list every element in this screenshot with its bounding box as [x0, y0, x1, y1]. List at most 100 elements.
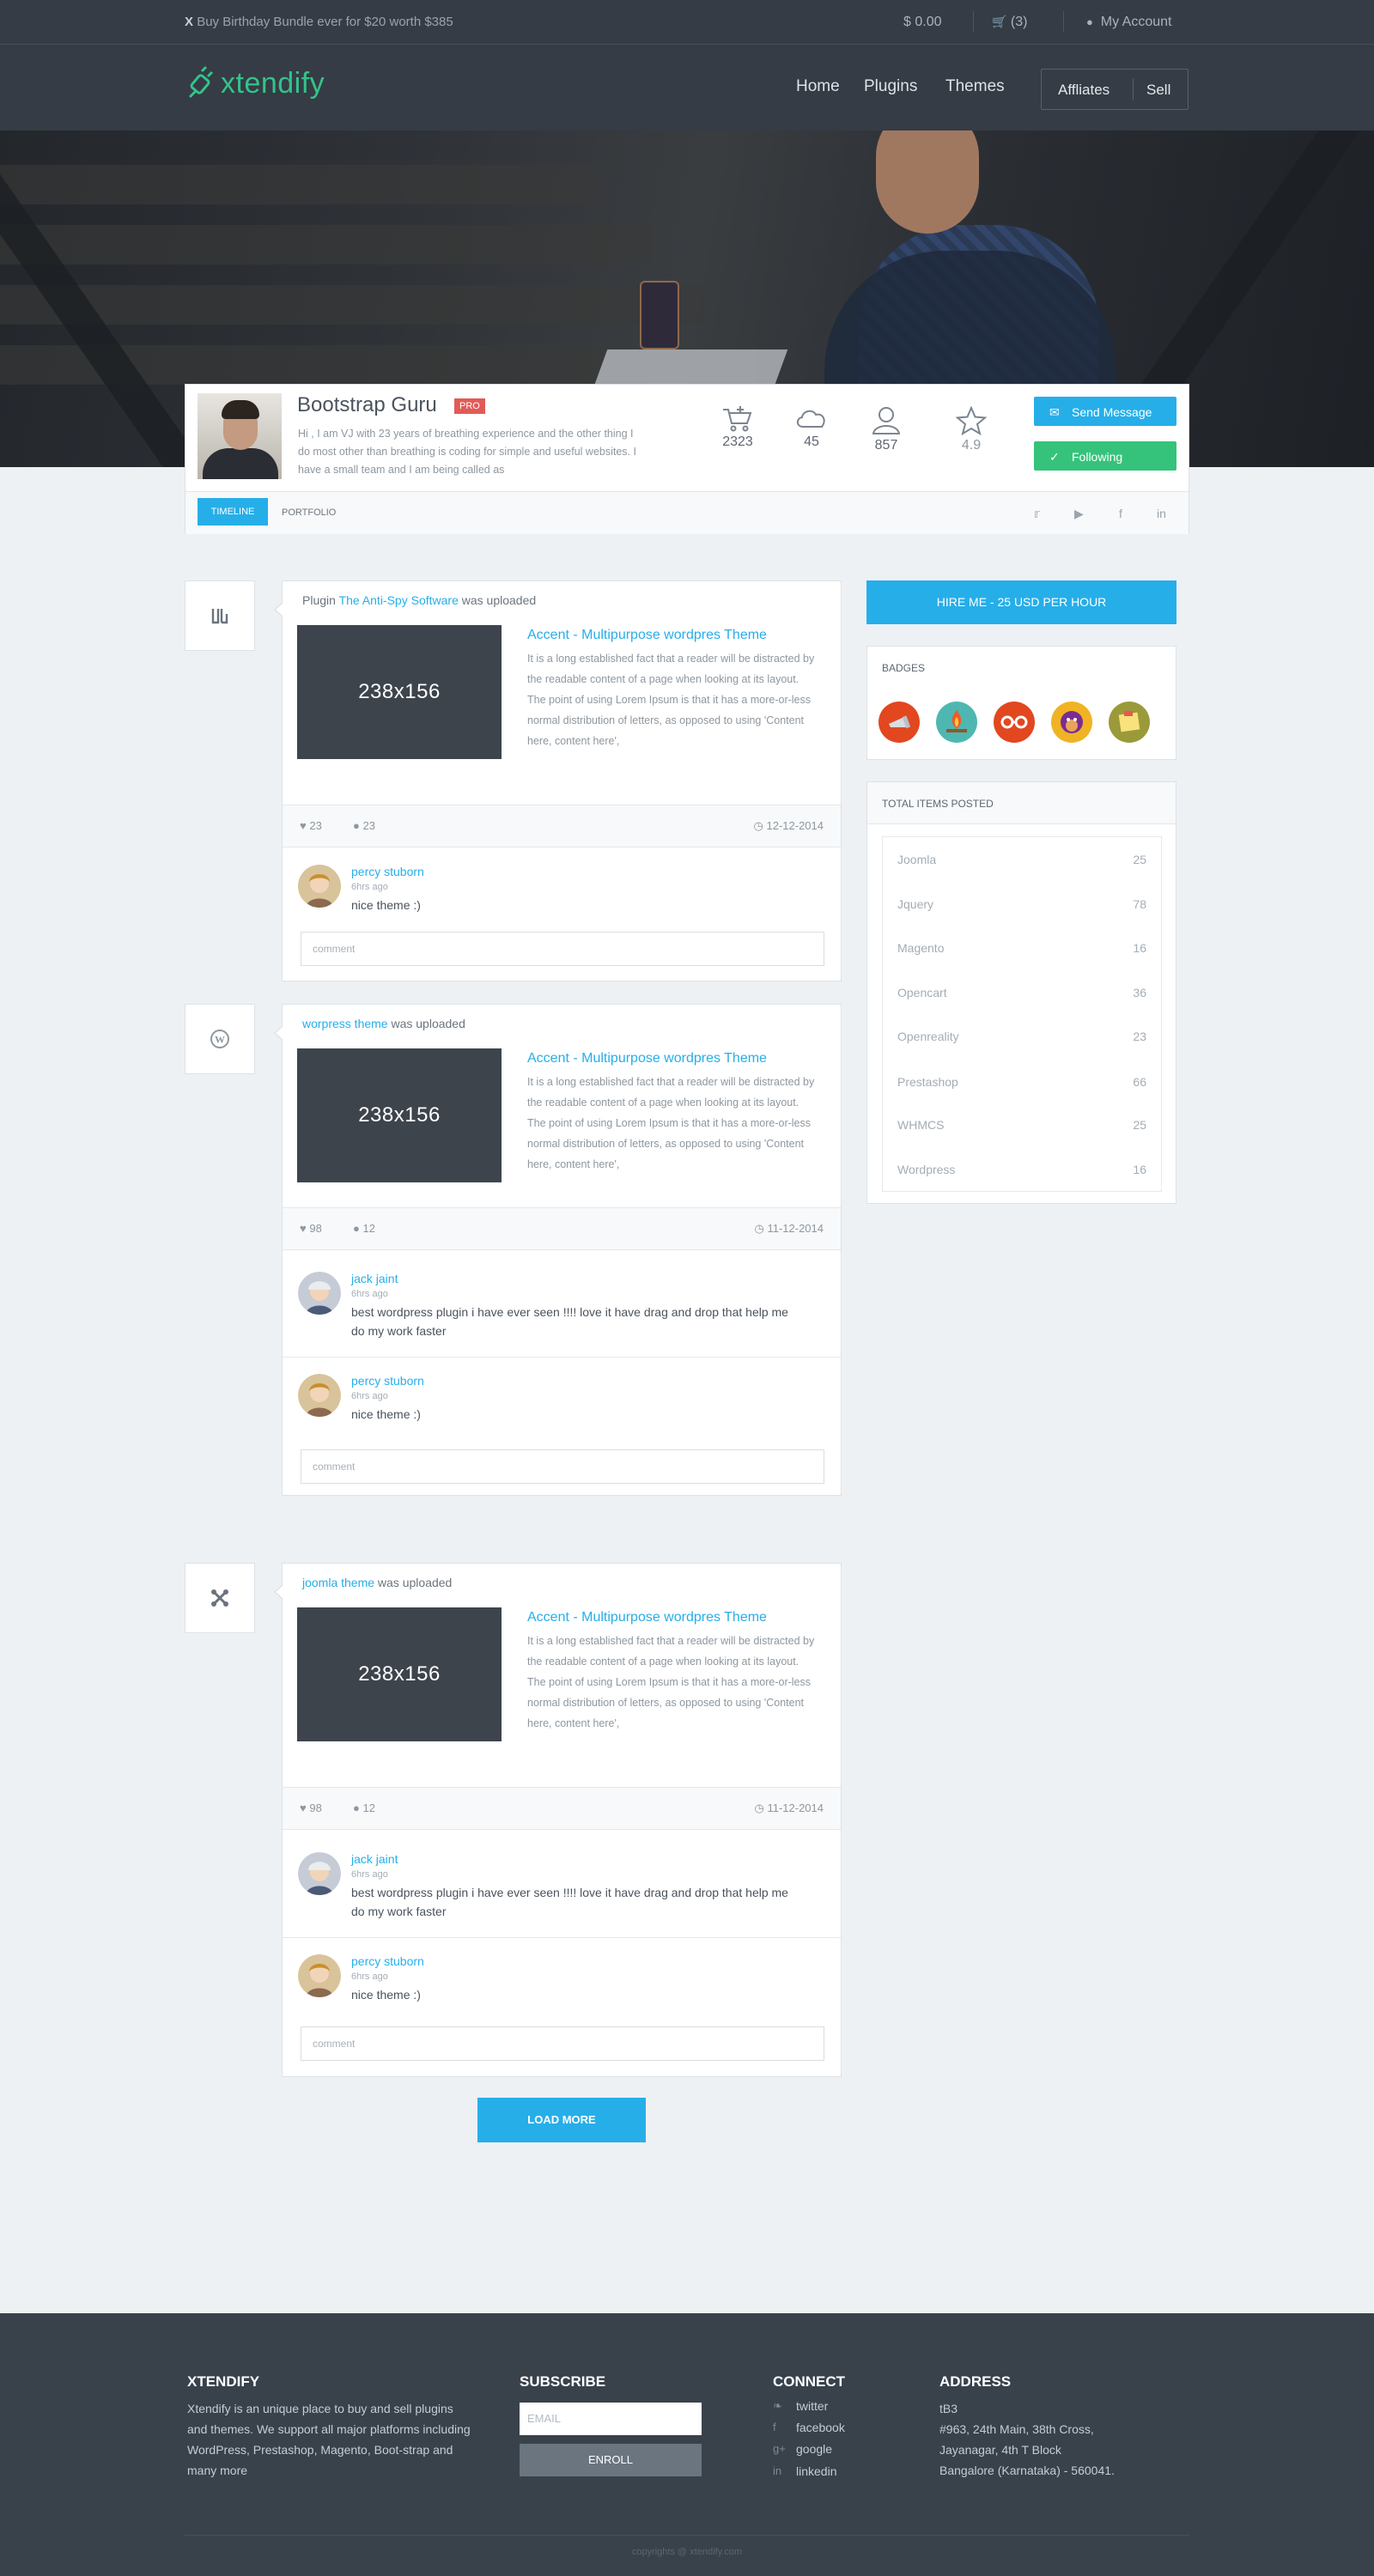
cart-icon: 🛒 [992, 15, 1007, 28]
promo-banner[interactable]: X Buy Birthday Bundle ever for $20 worth… [185, 15, 453, 29]
comment-input[interactable]: comment [301, 1449, 824, 1484]
main-header: xtendify Home Plugins Themes Affliates S… [0, 45, 1374, 131]
post-item-link[interactable]: worpress theme [302, 1017, 388, 1030]
nav-home-label: Home [796, 77, 840, 95]
svg-text:W: W [215, 1034, 225, 1046]
commenter-avatar[interactable] [298, 1374, 341, 1417]
total-item-row[interactable]: WHMCS 25 [883, 1103, 1161, 1147]
post-title[interactable]: Accent - Multipurpose wordpres Theme [527, 628, 767, 643]
tab-portfolio[interactable]: PORTFOLIO [282, 507, 336, 518]
account-link[interactable]: ● My Account [1086, 15, 1171, 30]
nav-plugins[interactable]: Plugins [864, 77, 917, 96]
item-category: Opencart [897, 986, 947, 999]
nav-home[interactable]: Home [796, 77, 840, 96]
badge-glasses-icon[interactable] [994, 702, 1035, 743]
commenter-name[interactable]: percy stuborn [351, 1954, 424, 1968]
balance-display[interactable]: $ 0.00 [903, 15, 941, 30]
commenter-avatar[interactable] [298, 865, 341, 908]
post-thumbnail[interactable]: 238x156 [297, 625, 502, 759]
comment-input[interactable]: comment [301, 2026, 824, 2061]
commenter-avatar[interactable] [298, 1272, 341, 1315]
likes-button[interactable]: ♥ 23 [300, 819, 322, 832]
total-item-row[interactable]: Jquery 78 [883, 882, 1161, 927]
hire-me-button[interactable]: HIRE ME - 25 USD PER HOUR [866, 580, 1176, 624]
wordpress-icon: W [210, 1030, 229, 1048]
facebook-icon[interactable]: f [1119, 507, 1122, 520]
comment-icon: ● [353, 1801, 360, 1814]
badge-note-icon[interactable] [1109, 702, 1150, 743]
post-description: It is a long established fact that a rea… [527, 1076, 815, 1170]
address-line: Jayanagar, 4th T Block [939, 2443, 1061, 2457]
pro-badge: PRO [454, 398, 485, 414]
comments-button[interactable]: ● 23 [353, 819, 375, 832]
likes-count: 98 [309, 1801, 322, 1814]
balance-value: $ 0.00 [903, 15, 942, 29]
load-more-button[interactable]: LOAD MORE [477, 2098, 646, 2142]
footer-address: tB3 #963, 24th Main, 38th Cross, Jayanag… [939, 2398, 1115, 2481]
promo-text: Buy Birthday Bundle ever for $20 worth $… [197, 15, 453, 29]
connect-label: linkedin [796, 2464, 837, 2478]
commenter-name[interactable]: percy stuborn [351, 865, 424, 878]
likes-button[interactable]: ♥ 98 [300, 1801, 322, 1814]
post-title[interactable]: Accent - Multipurpose wordpres Theme [527, 1610, 767, 1625]
total-item-row[interactable]: Joomla 25 [883, 837, 1161, 882]
total-item-row[interactable]: Opencart 36 [883, 970, 1161, 1015]
stat-followers: 857 [856, 406, 916, 453]
item-count: 23 [1133, 1030, 1146, 1043]
email-field[interactable]: EMAIL [520, 2403, 702, 2435]
youtube-icon[interactable]: ▶ [1074, 507, 1084, 521]
promo-close[interactable]: X [185, 15, 193, 29]
badge-megaphone-icon[interactable] [879, 702, 920, 743]
badge-campfire-icon[interactable] [936, 702, 977, 743]
following-button[interactable]: ✓ Following [1034, 441, 1176, 471]
divider [973, 11, 974, 32]
item-category: WHMCS [897, 1118, 945, 1132]
comment-icon: ● [353, 819, 360, 832]
total-item-row[interactable]: Wordpress 16 [883, 1147, 1161, 1192]
post-item-link[interactable]: joomla theme [302, 1576, 374, 1589]
commenter-name[interactable]: jack jaint [351, 1852, 398, 1866]
commenter-avatar[interactable] [298, 1954, 341, 1997]
badge-monkey-icon[interactable] [1051, 702, 1092, 743]
item-category: Joomla [897, 853, 937, 866]
twitter-icon[interactable]: 𝕣 [1034, 507, 1040, 521]
item-count: 25 [1133, 853, 1146, 866]
linkedin-icon[interactable]: in [1157, 507, 1166, 520]
commenter-name[interactable]: jack jaint [351, 1272, 398, 1285]
item-count: 36 [1133, 986, 1146, 999]
enroll-button[interactable]: ENROLL [520, 2444, 702, 2476]
commenter-avatar[interactable] [298, 1852, 341, 1895]
logo[interactable]: xtendify [185, 62, 325, 105]
post-title[interactable]: Accent - Multipurpose wordpres Theme [527, 1051, 767, 1066]
clock-icon: ◷ [754, 1222, 764, 1235]
post-thumbnail[interactable]: 238x156 [297, 1048, 502, 1182]
timeline-post: worpress theme was uploaded 238x156 Acce… [274, 1004, 842, 1496]
sell-link[interactable]: Sell [1146, 82, 1170, 99]
clock-icon: ◷ [754, 1801, 764, 1814]
logo-text: xtendify [221, 66, 325, 100]
post-item-link[interactable]: The Anti-Spy Software [339, 593, 459, 607]
post-thumbnail[interactable]: 238x156 [297, 1607, 502, 1741]
comments-button[interactable]: ● 12 [353, 1222, 375, 1235]
commenter-name[interactable]: percy stuborn [351, 1374, 424, 1388]
wordpress-type-icon: W [185, 1004, 255, 1074]
likes-button[interactable]: ♥ 98 [300, 1222, 322, 1235]
divider [1133, 78, 1134, 100]
avatar-hair [222, 400, 259, 419]
cart-link[interactable]: 🛒 (3) [992, 15, 1027, 30]
nav-themes[interactable]: Themes [945, 77, 1005, 96]
top-bar: X Buy Birthday Bundle ever for $20 worth… [0, 0, 1374, 45]
clock-icon: ◷ [753, 819, 763, 832]
total-item-row[interactable]: Openreality 23 [883, 1014, 1161, 1059]
comments-button[interactable]: ● 12 [353, 1801, 375, 1814]
item-count: 66 [1133, 1075, 1146, 1089]
send-message-button[interactable]: ✉ Send Message [1034, 397, 1176, 426]
stair-step [0, 165, 601, 204]
tab-timeline[interactable]: TIMELINE [198, 498, 268, 526]
affiliates-link[interactable]: Affliates [1058, 82, 1110, 99]
total-item-row[interactable]: Magento 16 [883, 926, 1161, 970]
user-stat-icon [872, 407, 901, 434]
total-item-row[interactable]: Prestashop 66 [883, 1060, 1161, 1104]
joomla-icon [211, 1589, 228, 1607]
comment-input[interactable]: comment [301, 932, 824, 966]
